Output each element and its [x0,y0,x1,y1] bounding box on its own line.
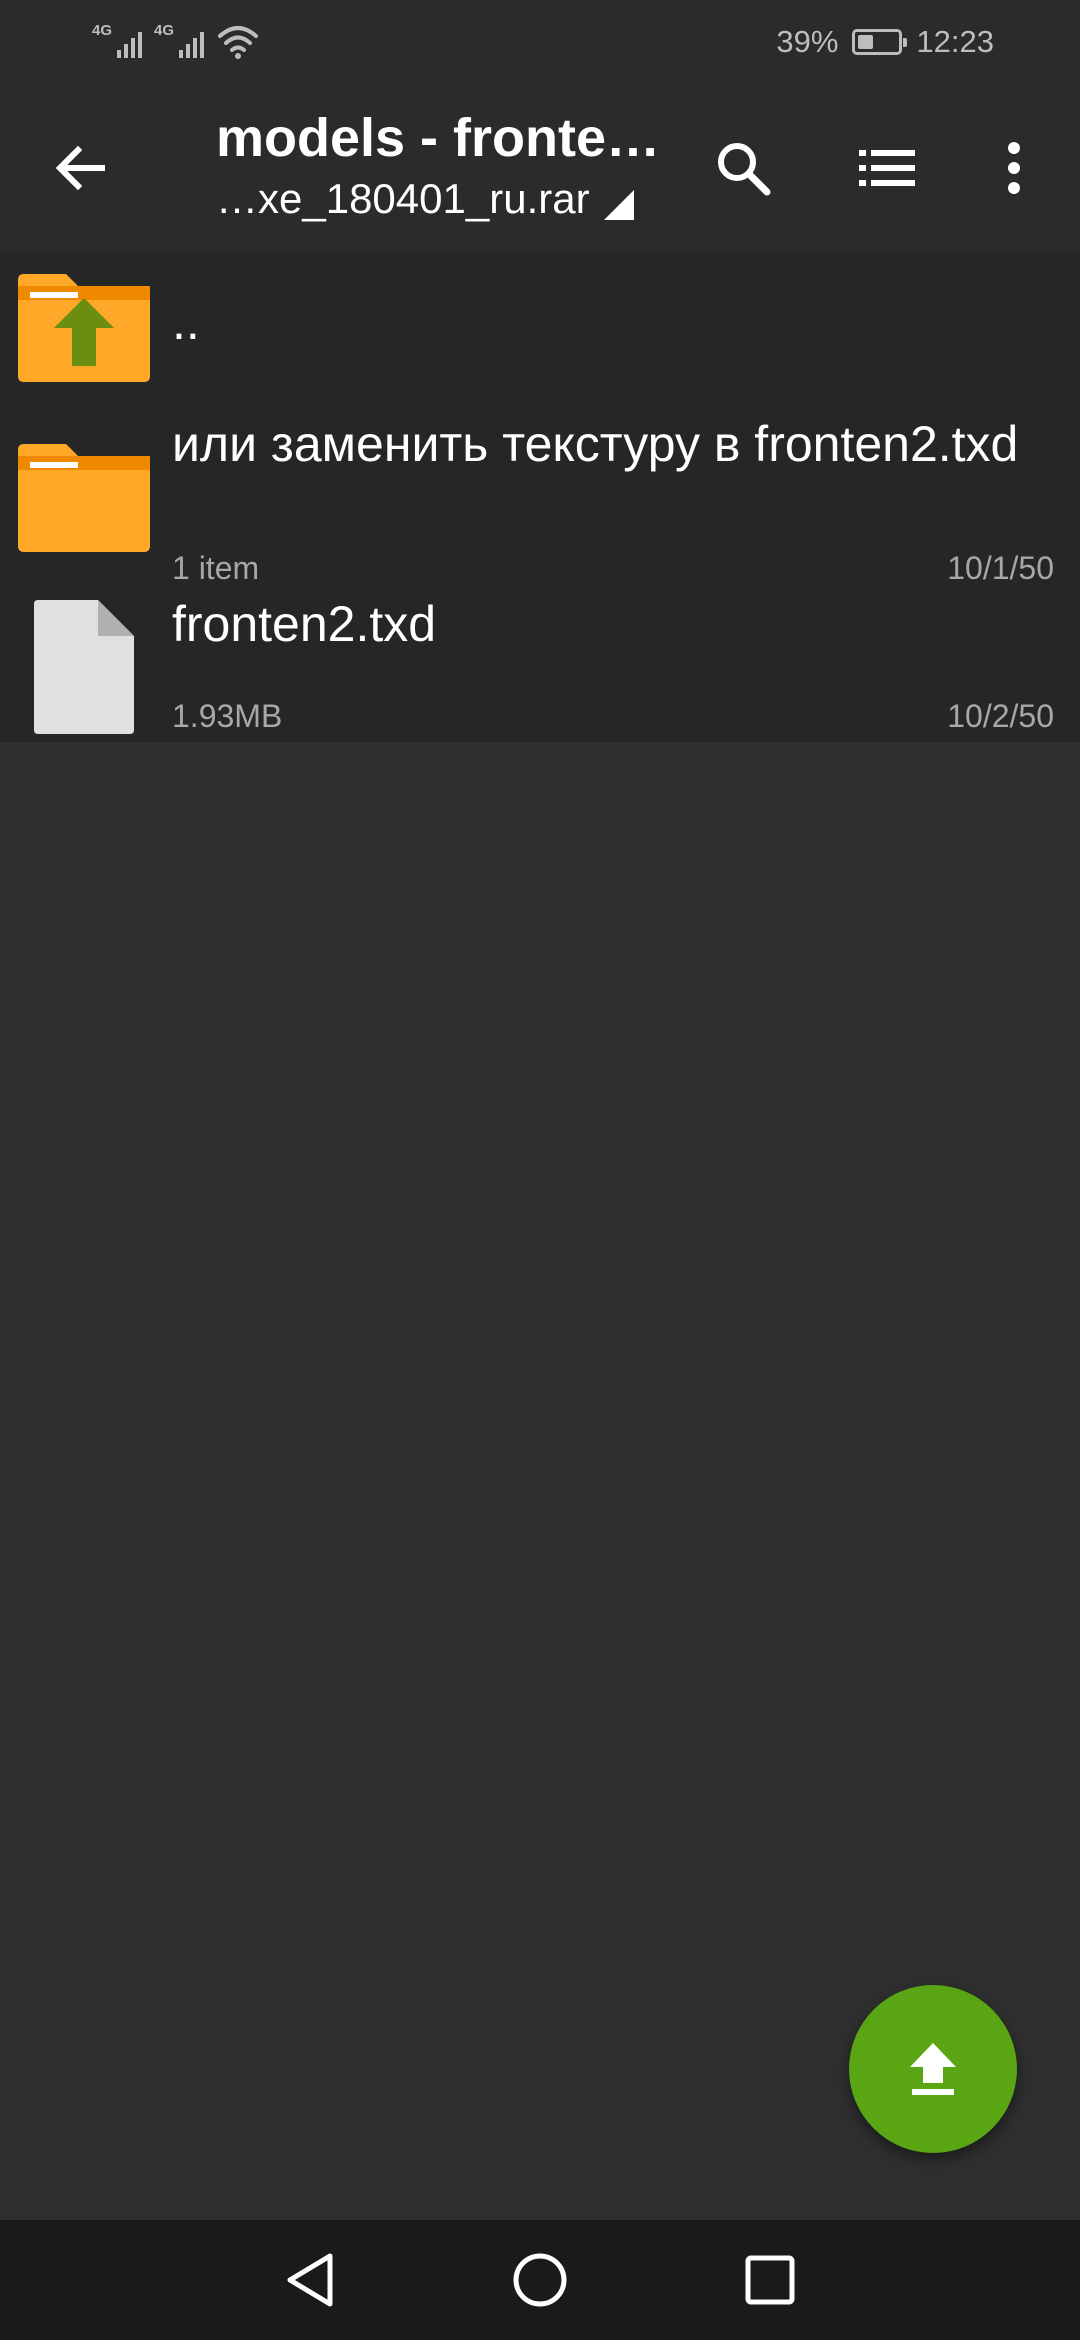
item-count: 1 item [172,550,260,586]
search-icon [718,143,771,196]
dropdown-corner-icon [603,190,634,220]
cellular-signal-icon: 4G [154,22,204,62]
system-navigation-bar [0,2220,1080,2340]
path-title-block[interactable]: models - fronte… …xe_180401_ru.rar [216,106,676,226]
triangle-back-icon [287,2253,333,2307]
square-recents-icon [745,2255,795,2305]
list-view-button[interactable] [847,128,927,208]
battery-percent: 39% [776,24,839,59]
battery-icon [852,29,908,55]
nav-home-button[interactable] [510,2250,570,2310]
page-title: models - fronte… [216,108,661,168]
folder-up-icon [18,274,150,382]
list-item-folder[interactable]: или заменить текстуру в fronten2.txd 1 i… [0,402,1080,586]
archive-name: …xe_180401_ru.rar [216,175,590,222]
network-type-label: 4G [154,22,175,39]
status-indicators-right: 39% 12:23 [776,22,994,62]
file-list: .. или заменить текстуру в fronten2.txd … [0,252,1080,742]
status-bar: 4G 4G 39% 12:23 [0,0,1080,84]
arrow-back-icon [55,145,105,191]
extract-fab-button[interactable] [849,1985,1017,2153]
wifi-icon [218,26,258,59]
upload-icon [910,2043,956,2095]
modified-date: 10/2/50 [947,698,1054,734]
clock: 12:23 [916,24,994,59]
nav-recents-button[interactable] [740,2250,800,2310]
search-button[interactable] [703,128,783,208]
status-indicators-left: 4G 4G [92,22,260,62]
app-toolbar: models - fronte… …xe_180401_ru.rar [0,84,1080,252]
file-name: .. [172,294,200,350]
cellular-signal-icon: 4G [92,22,142,62]
nav-back-button[interactable] [280,2250,340,2310]
modified-date: 10/1/50 [947,550,1054,586]
file-name: или заменить текстуру в fronten2.txd [172,416,1019,472]
archive-path-dropdown[interactable]: …xe_180401_ru.rar [216,172,676,226]
network-type-label: 4G [92,22,113,39]
list-item-file[interactable]: fronten2.txd 1.93MB 10/2/50 [0,592,1080,742]
more-vert-icon [1008,142,1020,194]
circle-home-icon [513,2253,567,2307]
file-name: fronten2.txd [172,596,437,652]
file-size: 1.93MB [172,698,283,734]
file-icon [34,600,134,734]
list-view-icon [859,150,915,186]
list-item-parent-folder[interactable]: .. [0,252,1080,402]
back-button[interactable] [40,128,120,208]
folder-icon [18,444,150,552]
more-options-button[interactable] [974,128,1054,208]
